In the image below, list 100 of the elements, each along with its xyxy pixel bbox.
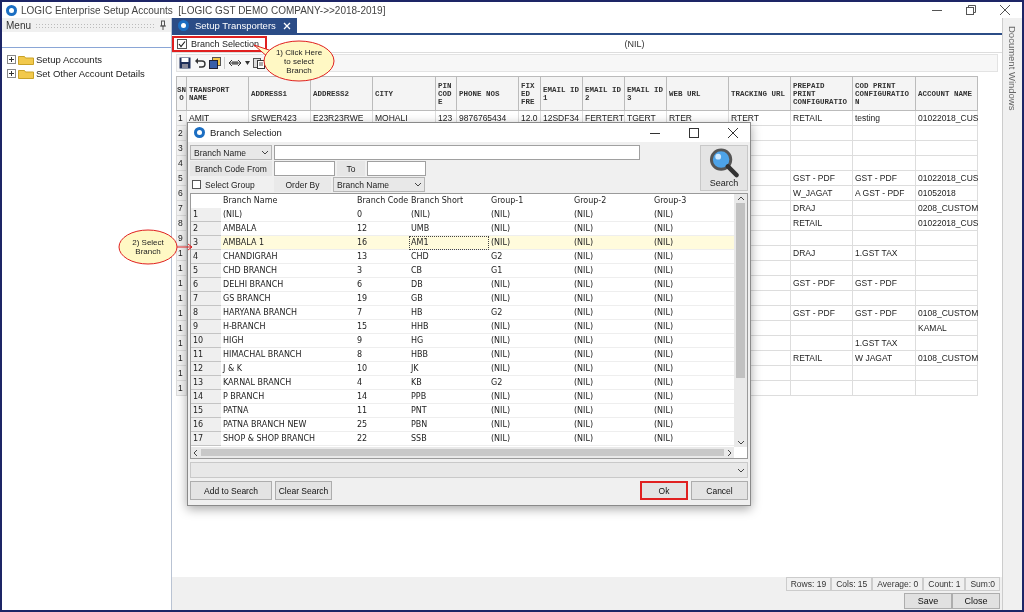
table-row[interactable]: 14 P BRANCH 14 PPB (NIL) (NIL) (NIL) <box>191 389 734 404</box>
table-cell: (NIL) <box>489 403 572 418</box>
table-cell: HB <box>409 305 489 320</box>
table-row[interactable]: 5 CHD BRANCH 3 CB G1 (NIL) (NIL) <box>191 263 734 278</box>
table-cell: DELHI BRANCH <box>221 277 355 292</box>
table-cell: GB <box>409 291 489 306</box>
table-cell: CHANDIGRAH <box>221 249 355 264</box>
table-cell: 3 <box>355 263 409 278</box>
table-cell: G1 <box>489 263 572 278</box>
table-cell: H-BRANCH <box>221 319 355 334</box>
table-cell: KAMAL <box>915 320 978 336</box>
table-cell: W JAGAT <box>852 350 916 366</box>
row-number: 1 <box>191 208 221 222</box>
table-cell: (NIL) <box>572 263 652 278</box>
table-row[interactable]: 3 AMBALA 1 16 AM1 (NIL) (NIL) (NIL) <box>191 235 734 250</box>
button[interactable]: Ok <box>640 481 688 500</box>
table-cell: G2 <box>489 249 572 264</box>
row-number: 2 <box>176 125 187 141</box>
table-cell: 01022018_CUS <box>915 110 978 126</box>
table-cell: P BRANCH <box>221 389 355 404</box>
row-number: 1 <box>176 305 187 321</box>
table-cell: 25 <box>355 417 409 432</box>
table-cell: (NIL) <box>489 389 572 404</box>
table-cell: HIMACHAL BRANCH <box>221 347 355 362</box>
dropdown[interactable]: Branch Name <box>333 177 425 192</box>
table-cell: 13 <box>355 249 409 264</box>
table-cell: (NIL) <box>489 361 572 376</box>
table-cell: testing <box>852 110 916 126</box>
table-cell: (NIL) <box>572 208 652 222</box>
table-cell: 01022018_CUS <box>915 170 978 186</box>
table-cell: GST - PDF <box>852 305 916 321</box>
table-cell: (NIL) <box>572 389 652 404</box>
table-row[interactable]: 1 (NIL) 0 (NIL) (NIL) (NIL) (NIL) <box>191 208 734 222</box>
table-cell: 0 <box>355 208 409 222</box>
table-cell: PPB <box>409 389 489 404</box>
table-row[interactable]: 16 PATNA BRANCH NEW 25 PBN (NIL) (NIL) (NIL) <box>191 417 734 432</box>
table-cell: (NIL) <box>572 249 652 264</box>
table-cell: 6 <box>355 277 409 292</box>
table-row[interactable]: 15 PATNA 11 PNT (NIL) (NIL) (NIL) <box>191 403 734 418</box>
row-number: 5 <box>176 170 187 186</box>
table-cell: 0208_CUSTOM <box>915 200 978 216</box>
row-number: 1 <box>176 335 187 351</box>
table-row[interactable]: 10 HIGH 9 HG (NIL) (NIL) (NIL) <box>191 333 734 348</box>
table-cell: GS BRANCH <box>221 291 355 306</box>
table-cell: (NIL) <box>572 291 652 306</box>
status-item: Average: 0 <box>872 577 924 591</box>
row-number: 1 <box>176 320 187 336</box>
tree-item[interactable]: Set Other Account Details <box>36 67 145 79</box>
table-cell: CB <box>409 263 489 278</box>
table-cell: G2 <box>489 375 572 390</box>
row-number: 1 <box>176 260 187 276</box>
table-cell: (NIL) <box>572 221 652 236</box>
button[interactable]: Add to Search <box>190 481 272 500</box>
dialog-title: Branch Selection <box>210 127 283 138</box>
table-cell: G2 <box>489 305 572 320</box>
row-number: 1 <box>176 290 187 306</box>
table-cell: J & K <box>221 361 355 376</box>
search-button[interactable]: Search <box>700 145 748 191</box>
row-number: 6 <box>176 185 187 201</box>
panel-title: Menu <box>6 19 31 31</box>
column-header: Branch Short <box>410 195 465 207</box>
tree-item[interactable]: Setup Accounts <box>36 53 103 65</box>
table-cell: 10 <box>355 361 409 376</box>
dropdown[interactable]: Branch Name <box>190 145 272 160</box>
table-row[interactable]: 11 HIMACHAL BRANCH 8 HBB (NIL) (NIL) (NIL) <box>191 347 734 362</box>
table-row[interactable]: 7 GS BRANCH 19 GB (NIL) (NIL) (NIL) <box>191 291 734 306</box>
tab[interactable]: Setup Transporters <box>172 18 297 33</box>
table-cell: (NIL) <box>409 208 489 222</box>
table-row[interactable]: 9 H-BRANCH 15 HHB (NIL) (NIL) (NIL) <box>191 319 734 334</box>
table-cell: KARNAL BRANCH <box>221 375 355 390</box>
window-title: LOGIC Enterprise Setup Accounts [LOGIC GST DEMO COMPANY->>2018-2019] <box>21 4 386 16</box>
table-cell: W_JAGAT <box>790 185 853 201</box>
table-cell: UMB <box>409 221 489 236</box>
table-cell: (NIL) <box>572 319 652 334</box>
table-row[interactable]: 8 HARYANA BRANCH 7 HB G2 (NIL) (NIL) <box>191 305 734 320</box>
column-header: Group-2 <box>573 195 608 207</box>
row-number: 4 <box>176 155 187 171</box>
button[interactable]: Clear Search <box>275 481 332 500</box>
table-cell: 1.GST TAX <box>852 335 916 351</box>
table-cell: 9 <box>355 333 409 348</box>
table-cell: 0108_CUSTOM <box>915 305 978 321</box>
table-row[interactable]: 13 KARNAL BRANCH 4 KB G2 (NIL) (NIL) <box>191 375 734 390</box>
table-cell: DRAJ <box>790 200 853 216</box>
button[interactable]: Cancel <box>691 481 748 500</box>
table-cell: (NIL) <box>572 277 652 292</box>
table-row[interactable]: 17 SHOP & SHOP BRANCH 22 SSB (NIL) (NIL) (NIL) <box>191 431 734 446</box>
column-header: Branch Code <box>356 195 409 207</box>
table-row[interactable]: 6 DELHI BRANCH 6 DB (NIL) (NIL) (NIL) <box>191 277 734 292</box>
table-cell: (NIL) <box>489 291 572 306</box>
column-header: Group-3 <box>653 195 688 207</box>
table-row[interactable]: 4 CHANDIGRAH 13 CHD G2 (NIL) (NIL) <box>191 249 734 264</box>
table-cell: HG <box>409 333 489 348</box>
checkbox[interactable]: Select Group <box>190 179 272 190</box>
table-cell: GST - PDF <box>790 275 853 291</box>
row-number: 1 <box>176 365 187 381</box>
checkbox[interactable]: Branch Selection <box>172 35 268 52</box>
button[interactable]: Save <box>904 593 952 609</box>
table-row[interactable]: 12 J & K 10 JK (NIL) (NIL) (NIL) <box>191 361 734 376</box>
button[interactable]: Close <box>952 593 1000 609</box>
table-row[interactable]: 2 AMBALA 12 UMB (NIL) (NIL) (NIL) <box>191 221 734 236</box>
